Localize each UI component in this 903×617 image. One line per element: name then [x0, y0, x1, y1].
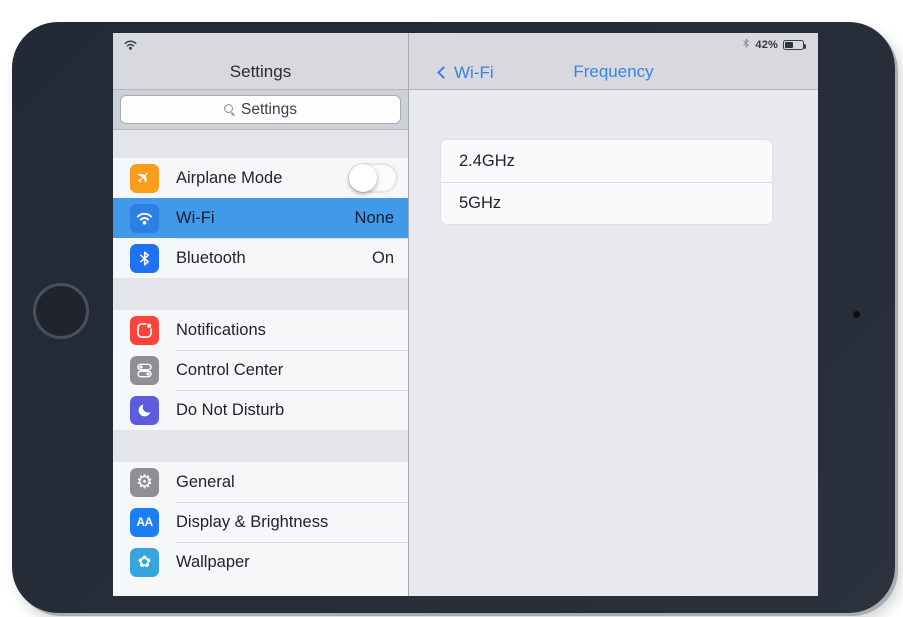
sidebar-item-do-not-disturb[interactable]: Do Not Disturb	[113, 390, 408, 430]
sidebar-title: Settings	[230, 62, 291, 82]
sidebar-navbar: Settings	[113, 55, 408, 90]
sidebar-item-wallpaper[interactable]: Wallpaper	[113, 542, 408, 582]
list-tail	[113, 582, 408, 596]
option-label: 5GHz	[459, 194, 501, 213]
item-label: Control Center	[176, 361, 408, 380]
frequency-options: 2.4GHz 5GHz	[441, 140, 772, 224]
item-label: Notifications	[176, 321, 408, 340]
back-button[interactable]: Wi-Fi	[438, 55, 494, 90]
search-value: Settings	[241, 101, 297, 119]
page: 42% Settings Settings	[0, 0, 903, 617]
sidebar-item-wifi[interactable]: Wi-Fi None	[113, 198, 408, 238]
screen: 42% Settings Settings	[113, 33, 818, 596]
item-label: Wi-Fi	[176, 209, 355, 228]
item-label: Do Not Disturb	[176, 401, 408, 420]
settings-group-general: General AA Display & Brightness Wallpape…	[113, 462, 408, 582]
settings-group-radios: Airplane Mode Wi-Fi None	[113, 158, 408, 278]
sidebar: Settings Settings Airplane Mode	[113, 55, 408, 596]
item-label: Display & Brightness	[176, 513, 408, 532]
battery-percent: 42%	[755, 39, 778, 51]
bluetooth-value: On	[372, 249, 394, 268]
search-input[interactable]: Settings	[120, 95, 401, 124]
item-label: Airplane Mode	[176, 169, 348, 188]
sidebar-item-notifications[interactable]: Notifications	[113, 310, 408, 350]
moon-icon	[130, 396, 159, 425]
option-5ghz[interactable]: 5GHz	[441, 182, 772, 224]
sidebar-item-general[interactable]: General	[113, 462, 408, 502]
sidebar-item-display-brightness[interactable]: AA Display & Brightness	[113, 502, 408, 542]
search-icon	[224, 104, 235, 115]
bluetooth-status-icon	[742, 36, 750, 54]
airplane-icon	[130, 164, 159, 193]
airplane-mode-toggle[interactable]	[348, 163, 398, 193]
control-center-icon	[130, 356, 159, 385]
item-label: Bluetooth	[176, 249, 372, 268]
back-label: Wi-Fi	[454, 63, 494, 83]
option-2-4ghz[interactable]: 2.4GHz	[441, 140, 772, 182]
home-button[interactable]	[33, 283, 89, 339]
pane-title: Frequency	[573, 62, 653, 82]
notifications-icon	[130, 316, 159, 345]
chevron-left-icon	[437, 66, 450, 79]
wallpaper-icon	[130, 548, 159, 577]
option-label: 2.4GHz	[459, 152, 515, 171]
toggle-knob	[349, 164, 377, 192]
battery-icon	[783, 40, 804, 50]
status-bar: 42%	[113, 33, 818, 55]
frequency-pane: Wi-Fi Frequency 2.4GHz 5GHz	[409, 55, 818, 596]
detail-navbar: Wi-Fi Frequency	[409, 55, 818, 90]
sidebar-item-airplane-mode[interactable]: Airplane Mode	[113, 158, 408, 198]
wifi-status-icon	[123, 37, 138, 55]
item-label: Wallpaper	[176, 553, 408, 572]
wifi-icon	[130, 204, 159, 233]
sidebar-item-bluetooth[interactable]: Bluetooth On	[113, 238, 408, 278]
pane-divider	[408, 33, 409, 596]
ipad-device-frame: 42% Settings Settings	[12, 22, 895, 613]
settings-group-notifications: Notifications Control Center	[113, 310, 408, 430]
display-brightness-icon: AA	[130, 508, 159, 537]
gear-icon	[130, 468, 159, 497]
item-label: General	[176, 473, 408, 492]
bluetooth-icon	[130, 244, 159, 273]
sidebar-item-control-center[interactable]: Control Center	[113, 350, 408, 390]
wifi-value: None	[355, 209, 394, 228]
camera-icon	[853, 311, 860, 318]
search-band: Settings	[113, 90, 408, 130]
